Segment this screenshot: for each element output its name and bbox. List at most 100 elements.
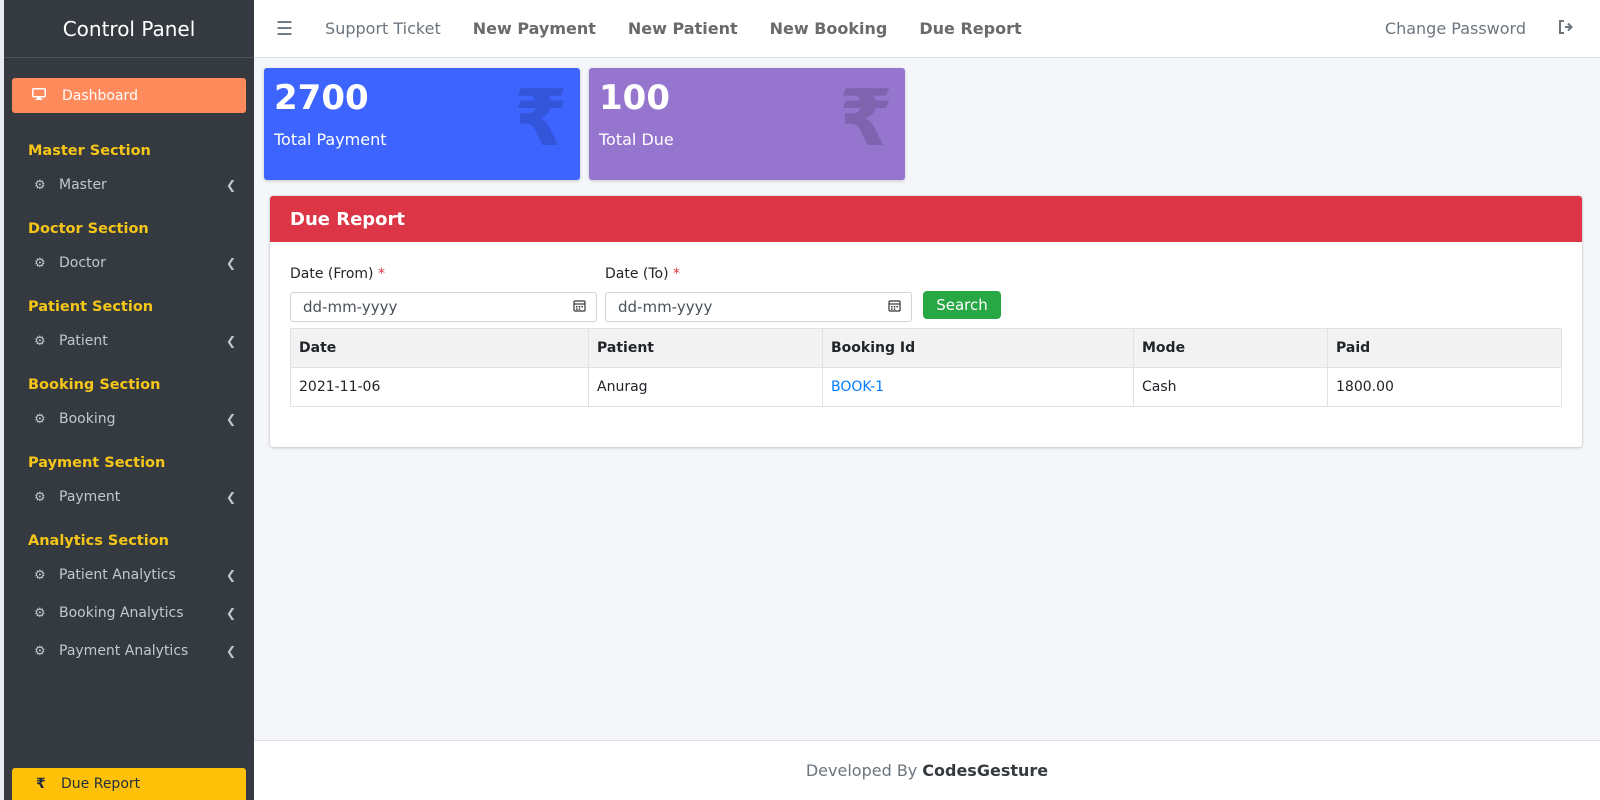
sidebar-item-payment[interactable]: ⚙ Payment ❮ (4, 478, 254, 516)
section-header-payment: Payment Section (28, 455, 166, 471)
section-header-doctor: Doctor Section (28, 221, 149, 237)
section-header-analytics: Analytics Section (28, 533, 169, 549)
date-to-input[interactable]: dd-mm-yyyy (605, 292, 912, 322)
stat-value: 2700 (274, 78, 369, 118)
date-to-group: Date (To) * dd-mm-yyyy (605, 266, 912, 322)
date-from-group: Date (From) * dd-mm-yyyy (290, 266, 597, 322)
topbar-right: Change Password (1385, 19, 1600, 38)
chevron-left-icon: ❮ (225, 178, 236, 192)
cell-date: 2021-11-06 (290, 367, 589, 407)
sidebar-item-label: Booking (59, 411, 116, 427)
chevron-left-icon: ❮ (225, 412, 236, 426)
sidebar-item-label: Doctor (59, 255, 106, 271)
date-to-label: Date (To) * (605, 266, 681, 282)
search-button[interactable]: Search (923, 291, 1001, 319)
sidebar-item-doctor[interactable]: ⚙ Doctor ❮ (4, 244, 254, 282)
section-header-booking: Booking Section (28, 377, 161, 393)
card-title: Due Report (270, 196, 1582, 242)
gear-icon: ⚙ (34, 177, 46, 193)
sidebar-item-label: Patient Analytics (59, 567, 176, 583)
sidebar-item-label: Booking Analytics (59, 605, 184, 621)
booking-id-link[interactable]: BOOK-1 (822, 367, 1134, 407)
column-header-booking-id[interactable]: Booking Id (822, 328, 1134, 368)
sidebar-item-label: Due Report (61, 776, 141, 792)
rupee-icon: ₹ (513, 74, 568, 164)
cell-paid: 1800.00 (1327, 367, 1562, 407)
table-row: 2021-11-06 Anurag BOOK-1 Cash 1800.00 (290, 367, 1562, 407)
footer-company-link[interactable]: CodesGesture (922, 761, 1048, 780)
nav-link-support-ticket[interactable]: Support Ticket (325, 19, 441, 38)
sidebar: Control Panel Dashboard Master Section ⚙… (4, 0, 254, 800)
calendar-icon[interactable] (573, 299, 586, 316)
gear-icon: ⚙ (34, 643, 46, 659)
due-report-table: Date Patient Booking Id Mode Paid 2021-1… (290, 328, 1562, 407)
sidebar-item-label: Master (59, 177, 107, 193)
stat-card-total-payment: 2700 Total Payment ₹ (264, 68, 580, 180)
footer-prefix: Developed By (805, 761, 918, 780)
chevron-left-icon: ❮ (225, 606, 236, 620)
main-content: 2700 Total Payment ₹ 100 Total Due ₹ Due… (254, 58, 1600, 740)
top-navbar: ☰ Support Ticket New Payment New Patient… (254, 0, 1600, 58)
date-from-input[interactable]: dd-mm-yyyy (290, 292, 597, 322)
nav-section-master: Master Section ⚙ Master ❮ (4, 143, 254, 204)
sidebar-item-due-report[interactable]: ₹ Due Report (12, 768, 246, 800)
chevron-left-icon: ❮ (225, 334, 236, 348)
gear-icon: ⚙ (34, 255, 46, 271)
sidebar-item-label: Payment (59, 489, 121, 505)
nav-link-new-booking[interactable]: New Booking (770, 19, 888, 38)
due-report-card: Due Report Date (From) * dd-mm-yyyy Date… (270, 196, 1582, 447)
section-header-master: Master Section (28, 143, 151, 159)
chevron-left-icon: ❮ (225, 256, 236, 270)
stat-value: 100 (599, 78, 670, 118)
date-from-label: Date (From) * (290, 266, 385, 282)
stat-card-total-due: 100 Total Due ₹ (589, 68, 905, 180)
column-header-date[interactable]: Date (290, 328, 589, 368)
chevron-left-icon: ❮ (225, 644, 236, 658)
sidebar-item-patient[interactable]: ⚙ Patient ❮ (4, 322, 254, 360)
hamburger-menu-icon[interactable]: ☰ (276, 18, 293, 40)
gear-icon: ⚙ (34, 605, 46, 621)
column-header-patient[interactable]: Patient (588, 328, 823, 368)
nav-section-payment: Payment Section ⚙ Payment ❮ (4, 455, 254, 516)
gear-icon: ⚙ (34, 489, 46, 505)
cell-mode: Cash (1133, 367, 1328, 407)
nav-section-doctor: Doctor Section ⚙ Doctor ❮ (4, 221, 254, 282)
gear-icon: ⚙ (34, 333, 46, 349)
column-header-paid[interactable]: Paid (1327, 328, 1562, 368)
nav-link-new-payment[interactable]: New Payment (473, 19, 596, 38)
sidebar-item-payment-analytics[interactable]: ⚙ Payment Analytics ❮ (4, 632, 254, 670)
change-password-link[interactable]: Change Password (1385, 19, 1526, 38)
sidebar-item-patient-analytics[interactable]: ⚙ Patient Analytics ❮ (4, 556, 254, 594)
stat-label: Total Payment (274, 130, 387, 149)
monitor-icon (32, 87, 52, 104)
nav-link-due-report[interactable]: Due Report (919, 19, 1021, 38)
sidebar-item-label: Dashboard (62, 87, 138, 104)
nav-link-new-patient[interactable]: New Patient (628, 19, 738, 38)
stat-label: Total Due (599, 130, 674, 149)
calendar-icon[interactable] (888, 299, 901, 316)
sidebar-item-master[interactable]: ⚙ Master ❮ (4, 166, 254, 204)
column-header-mode[interactable]: Mode (1133, 328, 1328, 368)
brand-title[interactable]: Control Panel (4, 0, 254, 58)
sidebar-item-label: Patient (59, 333, 108, 349)
sidebar-item-booking-analytics[interactable]: ⚙ Booking Analytics ❮ (4, 594, 254, 632)
sidebar-item-label: Payment Analytics (59, 643, 189, 659)
sidebar-item-dashboard[interactable]: Dashboard (12, 78, 246, 113)
sidebar-item-booking[interactable]: ⚙ Booking ❮ (4, 400, 254, 438)
nav-section-analytics: Analytics Section ⚙ Patient Analytics ❮ … (4, 533, 254, 670)
rupee-icon: ₹ (36, 776, 46, 792)
section-header-patient: Patient Section (28, 299, 154, 315)
date-placeholder: dd-mm-yyyy (618, 298, 713, 316)
date-placeholder: dd-mm-yyyy (303, 298, 398, 316)
cell-patient: Anurag (588, 367, 823, 407)
footer: Developed By CodesGesture (254, 740, 1600, 800)
chevron-left-icon: ❮ (225, 568, 236, 582)
gear-icon: ⚙ (34, 411, 46, 427)
gear-icon: ⚙ (34, 567, 46, 583)
table-header-row: Date Patient Booking Id Mode Paid (290, 328, 1562, 368)
nav-section-booking: Booking Section ⚙ Booking ❮ (4, 377, 254, 438)
logout-icon[interactable] (1558, 19, 1574, 38)
rupee-icon: ₹ (838, 74, 893, 164)
chevron-left-icon: ❮ (225, 490, 236, 504)
nav-section-patient: Patient Section ⚙ Patient ❮ (4, 299, 254, 360)
